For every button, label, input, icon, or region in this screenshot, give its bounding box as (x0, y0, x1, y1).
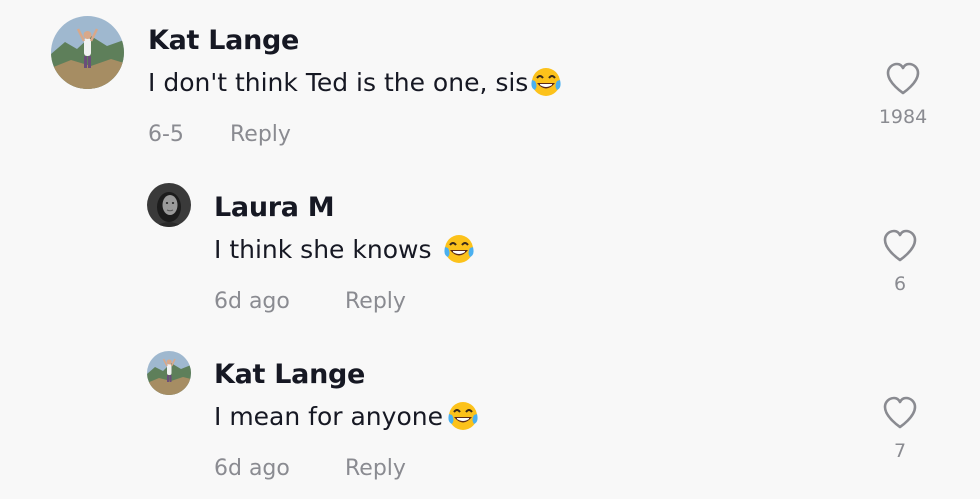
like-section: 7 (865, 396, 935, 462)
comment-item: Kat Lange I don't think Ted is the one, … (0, 0, 980, 165)
reply-item: Kat Lange I mean for anyone 6d ago Reply… (0, 332, 980, 499)
comment-text-content: I don't think Ted is the one, sis (148, 67, 529, 97)
comment-meta: 6d ago Reply (214, 289, 406, 314)
heart-icon[interactable] (882, 396, 918, 430)
avatar[interactable] (147, 351, 191, 395)
comment-meta: 6d ago Reply (214, 456, 406, 481)
comment-author[interactable]: Kat Lange (148, 25, 299, 56)
reply-button[interactable]: Reply (230, 122, 291, 147)
comment-text: I mean for anyone (214, 400, 479, 432)
comment-text: I think she knows (214, 233, 475, 265)
comment-date: 6-5 (148, 122, 184, 147)
like-count: 7 (893, 440, 907, 462)
avatar-photo-landscape (51, 16, 124, 89)
reply-button[interactable]: Reply (345, 456, 406, 481)
reply-item: Laura M I think she knows 6d ago Reply 6 (0, 165, 980, 332)
comment-text-content: I mean for anyone (214, 401, 443, 431)
like-section: 1984 (868, 62, 938, 128)
avatar-photo-landscape (147, 351, 191, 395)
comment-text-content: I think she knows (214, 234, 432, 264)
face-with-tears-of-joy-icon (447, 400, 479, 432)
face-with-tears-of-joy-icon (443, 233, 475, 265)
avatar-photo-portrait (147, 183, 191, 227)
comment-date: 6d ago (214, 289, 290, 314)
like-count: 6 (893, 273, 907, 295)
heart-icon[interactable] (882, 229, 918, 263)
face-with-tears-of-joy-icon (530, 66, 562, 98)
heart-icon[interactable] (885, 62, 921, 96)
avatar[interactable] (51, 16, 124, 89)
comment-meta: 6-5 Reply (148, 122, 291, 147)
comment-text: I don't think Ted is the one, sis (148, 66, 562, 98)
comment-author[interactable]: Kat Lange (214, 359, 365, 390)
comment-date: 6d ago (214, 456, 290, 481)
like-count: 1984 (878, 106, 928, 128)
comment-author[interactable]: Laura M (214, 192, 335, 223)
reply-button[interactable]: Reply (345, 289, 406, 314)
avatar[interactable] (147, 183, 191, 227)
like-section: 6 (865, 229, 935, 295)
